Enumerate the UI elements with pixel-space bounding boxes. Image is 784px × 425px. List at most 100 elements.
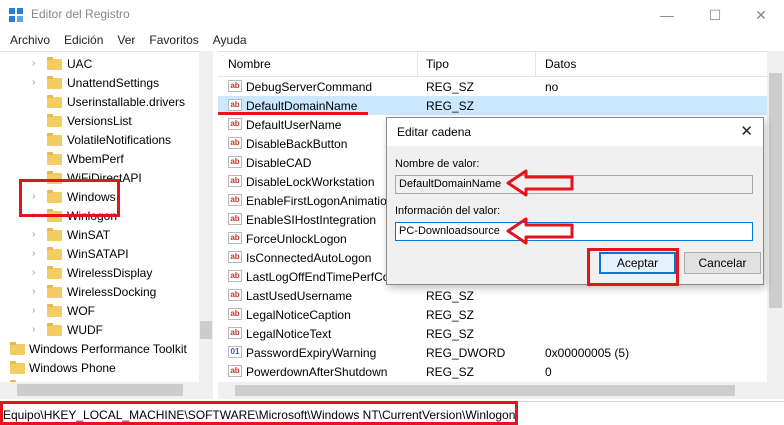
scroll-corner <box>767 382 784 399</box>
string-value-icon: ab <box>228 80 242 92</box>
table-row[interactable]: ab LastUsedUsername REG_SZ <box>218 286 784 305</box>
tree-item-label: Windows <box>67 190 116 204</box>
table-row[interactable]: 01 PasswordExpiryWarning REG_DWORD 0x000000… <box>218 343 784 362</box>
column-header-data[interactable]: Datos <box>545 57 576 71</box>
cell-name: EnableSIHostIntegration <box>246 213 377 227</box>
cell-type: REG_SZ <box>426 327 475 341</box>
tree-item[interactable]: › WinSAT <box>0 225 200 244</box>
tree-item[interactable]: › WinSATAPI <box>0 244 200 263</box>
minimize-button[interactable]: — <box>644 0 690 30</box>
column-separator[interactable] <box>417 52 418 77</box>
tree-item[interactable]: Windows Performance Toolkit <box>0 339 200 358</box>
menu-bar: Archivo Edición Ver Favoritos Ayuda <box>0 30 784 50</box>
cell-type: REG_SZ <box>426 308 475 322</box>
string-value-icon: ab <box>228 289 242 301</box>
string-value-icon: ab <box>228 156 242 168</box>
chevron-right-icon[interactable]: › <box>32 267 35 278</box>
chevron-right-icon[interactable]: › <box>32 77 35 88</box>
dialog-title: Editar cadena <box>397 125 472 139</box>
dialog-close-icon[interactable]: ✕ <box>740 122 753 140</box>
tree-item[interactable]: WbemPerf <box>0 149 200 168</box>
menu-ayuda[interactable]: Ayuda <box>206 33 254 47</box>
selected-row-underline <box>218 112 368 115</box>
folder-icon <box>47 304 62 317</box>
tree-item[interactable]: › WirelessDisplay <box>0 263 200 282</box>
folder-icon <box>47 209 62 222</box>
tree-item[interactable]: › UnattendSettings <box>0 73 200 92</box>
chevron-right-icon[interactable]: › <box>32 229 35 240</box>
tree-item[interactable]: › UAC <box>0 54 200 73</box>
chevron-right-icon[interactable]: › <box>32 210 35 221</box>
string-value-icon: ab <box>228 232 242 244</box>
maximize-button[interactable]: ☐ <box>692 0 738 30</box>
folder-icon <box>47 133 62 146</box>
menu-edicion[interactable]: Edición <box>57 33 110 47</box>
table-row[interactable]: ab PowerdownAfterShutdown REG_SZ 0 <box>218 362 784 381</box>
chevron-right-icon[interactable]: › <box>32 324 35 335</box>
table-row[interactable]: ab LegalNoticeCaption REG_SZ <box>218 305 784 324</box>
column-header-name[interactable]: Nombre <box>228 57 271 71</box>
chevron-right-icon[interactable]: › <box>32 286 35 297</box>
cancel-button[interactable]: Cancelar <box>684 252 761 274</box>
tree-item-label: WinSAT <box>67 228 111 242</box>
folder-icon <box>47 171 62 184</box>
title-bar: Editor del Registro — ☐ ✕ <box>0 0 784 30</box>
tree-item[interactable]: VersionsList <box>0 111 200 130</box>
tree-item[interactable]: Userinstallable.drivers <box>0 92 200 111</box>
tree-item-label: UAC <box>67 57 93 71</box>
cell-type: REG_SZ <box>426 80 475 94</box>
cell-name: DisableBackButton <box>246 137 348 151</box>
tree-item[interactable]: › WUDF <box>0 320 200 339</box>
chevron-right-icon[interactable]: › <box>32 191 35 202</box>
list-scroll-thumb[interactable] <box>769 73 782 308</box>
close-button[interactable]: ✕ <box>738 0 784 30</box>
folder-icon <box>47 285 62 298</box>
cell-name: LegalNoticeCaption <box>246 308 351 322</box>
tree-item[interactable]: WiFiDirectAPI <box>0 168 200 187</box>
folder-icon <box>47 247 62 260</box>
tree-item[interactable]: › WOF <box>0 301 200 320</box>
table-row[interactable]: ab LegalNoticeText REG_SZ <box>218 324 784 343</box>
value-data-input[interactable]: PC-Downloadsource <box>395 222 753 241</box>
cell-name: LastLogOffEndTimePerfCo <box>246 270 390 284</box>
folder-icon <box>47 95 62 108</box>
cell-name: LastUsedUsername <box>246 289 353 303</box>
chevron-right-icon[interactable]: › <box>32 248 35 259</box>
string-value-icon: ab <box>228 327 242 339</box>
tree-item[interactable]: VolatileNotifications <box>0 130 200 149</box>
tree-item[interactable]: Windows Phone <box>0 358 200 377</box>
cell-name: DisableLockWorkstation <box>246 175 375 189</box>
cell-type: REG_SZ <box>426 99 475 113</box>
cell-data: 0x00000005 (5) <box>545 346 630 360</box>
list-header: Nombre Tipo Datos <box>218 52 784 77</box>
menu-archivo[interactable]: Archivo <box>3 33 57 47</box>
tree-horizontal-scrollbar[interactable] <box>0 382 213 399</box>
tree-item[interactable]: › Winlogon <box>0 206 200 225</box>
list-vertical-scrollbar[interactable] <box>767 51 784 382</box>
tree-item[interactable]: › Windows <box>0 187 200 206</box>
edit-string-dialog: Editar cadena ✕ Nombre de valor: Default… <box>386 117 764 285</box>
tree-hscroll-thumb[interactable] <box>17 384 183 396</box>
string-value-icon: ab <box>228 270 242 282</box>
menu-ver[interactable]: Ver <box>110 33 142 47</box>
column-separator[interactable] <box>535 52 536 77</box>
list-hscroll-thumb[interactable] <box>235 385 735 396</box>
accept-button[interactable]: Aceptar <box>599 252 676 274</box>
folder-icon <box>47 152 62 165</box>
value-name-field: DefaultDomainName <box>395 175 753 194</box>
chevron-right-icon[interactable]: › <box>32 58 35 69</box>
cell-name: IsConnectedAutoLogon <box>246 251 372 265</box>
tree-item[interactable]: › WirelessDocking <box>0 282 200 301</box>
menu-favoritos[interactable]: Favoritos <box>142 33 205 47</box>
table-row[interactable]: ab DebugServerCommand REG_SZ no <box>218 77 784 96</box>
list-horizontal-scrollbar[interactable] <box>218 382 767 399</box>
tree-scroll-thumb[interactable] <box>200 321 212 339</box>
cell-data: no <box>545 80 559 94</box>
string-value-icon: ab <box>228 308 242 320</box>
column-header-type[interactable]: Tipo <box>426 57 449 71</box>
folder-icon <box>47 114 62 127</box>
registry-tree: › UAC › UnattendSettings Userinstallable.dri… <box>0 51 213 382</box>
tree-item-label: Windows Performance Toolkit <box>29 342 187 356</box>
tree-vertical-scrollbar[interactable] <box>199 51 213 382</box>
chevron-right-icon[interactable]: › <box>32 305 35 316</box>
